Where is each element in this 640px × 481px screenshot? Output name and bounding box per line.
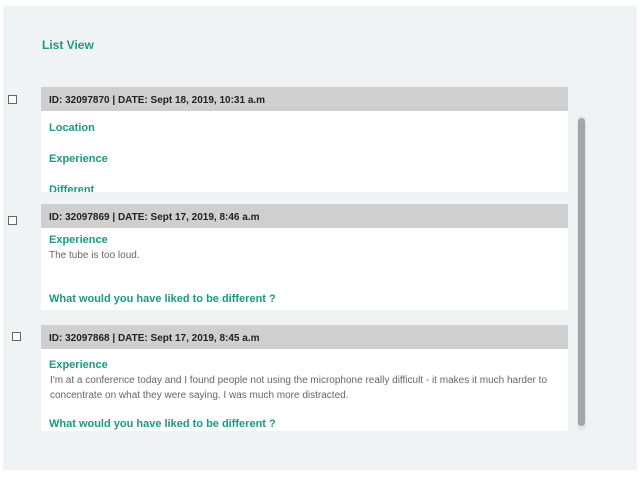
record-2-checkbox[interactable] bbox=[8, 216, 17, 225]
experience-label: Experience bbox=[49, 234, 108, 246]
different-label: Different bbox=[49, 184, 95, 192]
record-header: ID: 32097870 | DATE: Sept 18, 2019, 10:3… bbox=[41, 87, 568, 111]
scrollbar-thumb[interactable] bbox=[578, 118, 585, 426]
record-header-text: ID: 32097868 | DATE: Sept 17, 2019, 8:45… bbox=[49, 333, 260, 344]
record-card-1[interactable]: ID: 32097870 | DATE: Sept 18, 2019, 10:3… bbox=[41, 87, 568, 192]
record-header: ID: 32097868 | DATE: Sept 17, 2019, 8:45… bbox=[41, 325, 568, 349]
experience-label: Experience bbox=[49, 359, 108, 371]
record-card-3[interactable]: ID: 32097868 | DATE: Sept 17, 2019, 8:45… bbox=[41, 325, 568, 431]
different-label: What would you have liked to be differen… bbox=[49, 418, 276, 430]
record-3-checkbox[interactable] bbox=[12, 332, 21, 341]
different-label: What would you have liked to be differen… bbox=[49, 293, 276, 305]
record-header-text: ID: 32097869 | DATE: Sept 17, 2019, 8:46… bbox=[49, 212, 260, 223]
experience-answer: I'm at a conference today and I found pe… bbox=[50, 375, 548, 401]
vertical-scrollbar[interactable] bbox=[577, 116, 586, 430]
record-header-text: ID: 32097870 | DATE: Sept 18, 2019, 10:3… bbox=[49, 95, 266, 106]
location-label: Location bbox=[49, 122, 95, 134]
record-1-checkbox[interactable] bbox=[8, 95, 17, 104]
page-title: List View bbox=[42, 38, 94, 52]
experience-answer: The tube is too loud. bbox=[49, 250, 140, 261]
record-card-2[interactable]: ID: 32097869 | DATE: Sept 17, 2019, 8:46… bbox=[41, 204, 568, 310]
record-header: ID: 32097869 | DATE: Sept 17, 2019, 8:46… bbox=[41, 204, 568, 228]
experience-label: Experience bbox=[49, 153, 108, 165]
